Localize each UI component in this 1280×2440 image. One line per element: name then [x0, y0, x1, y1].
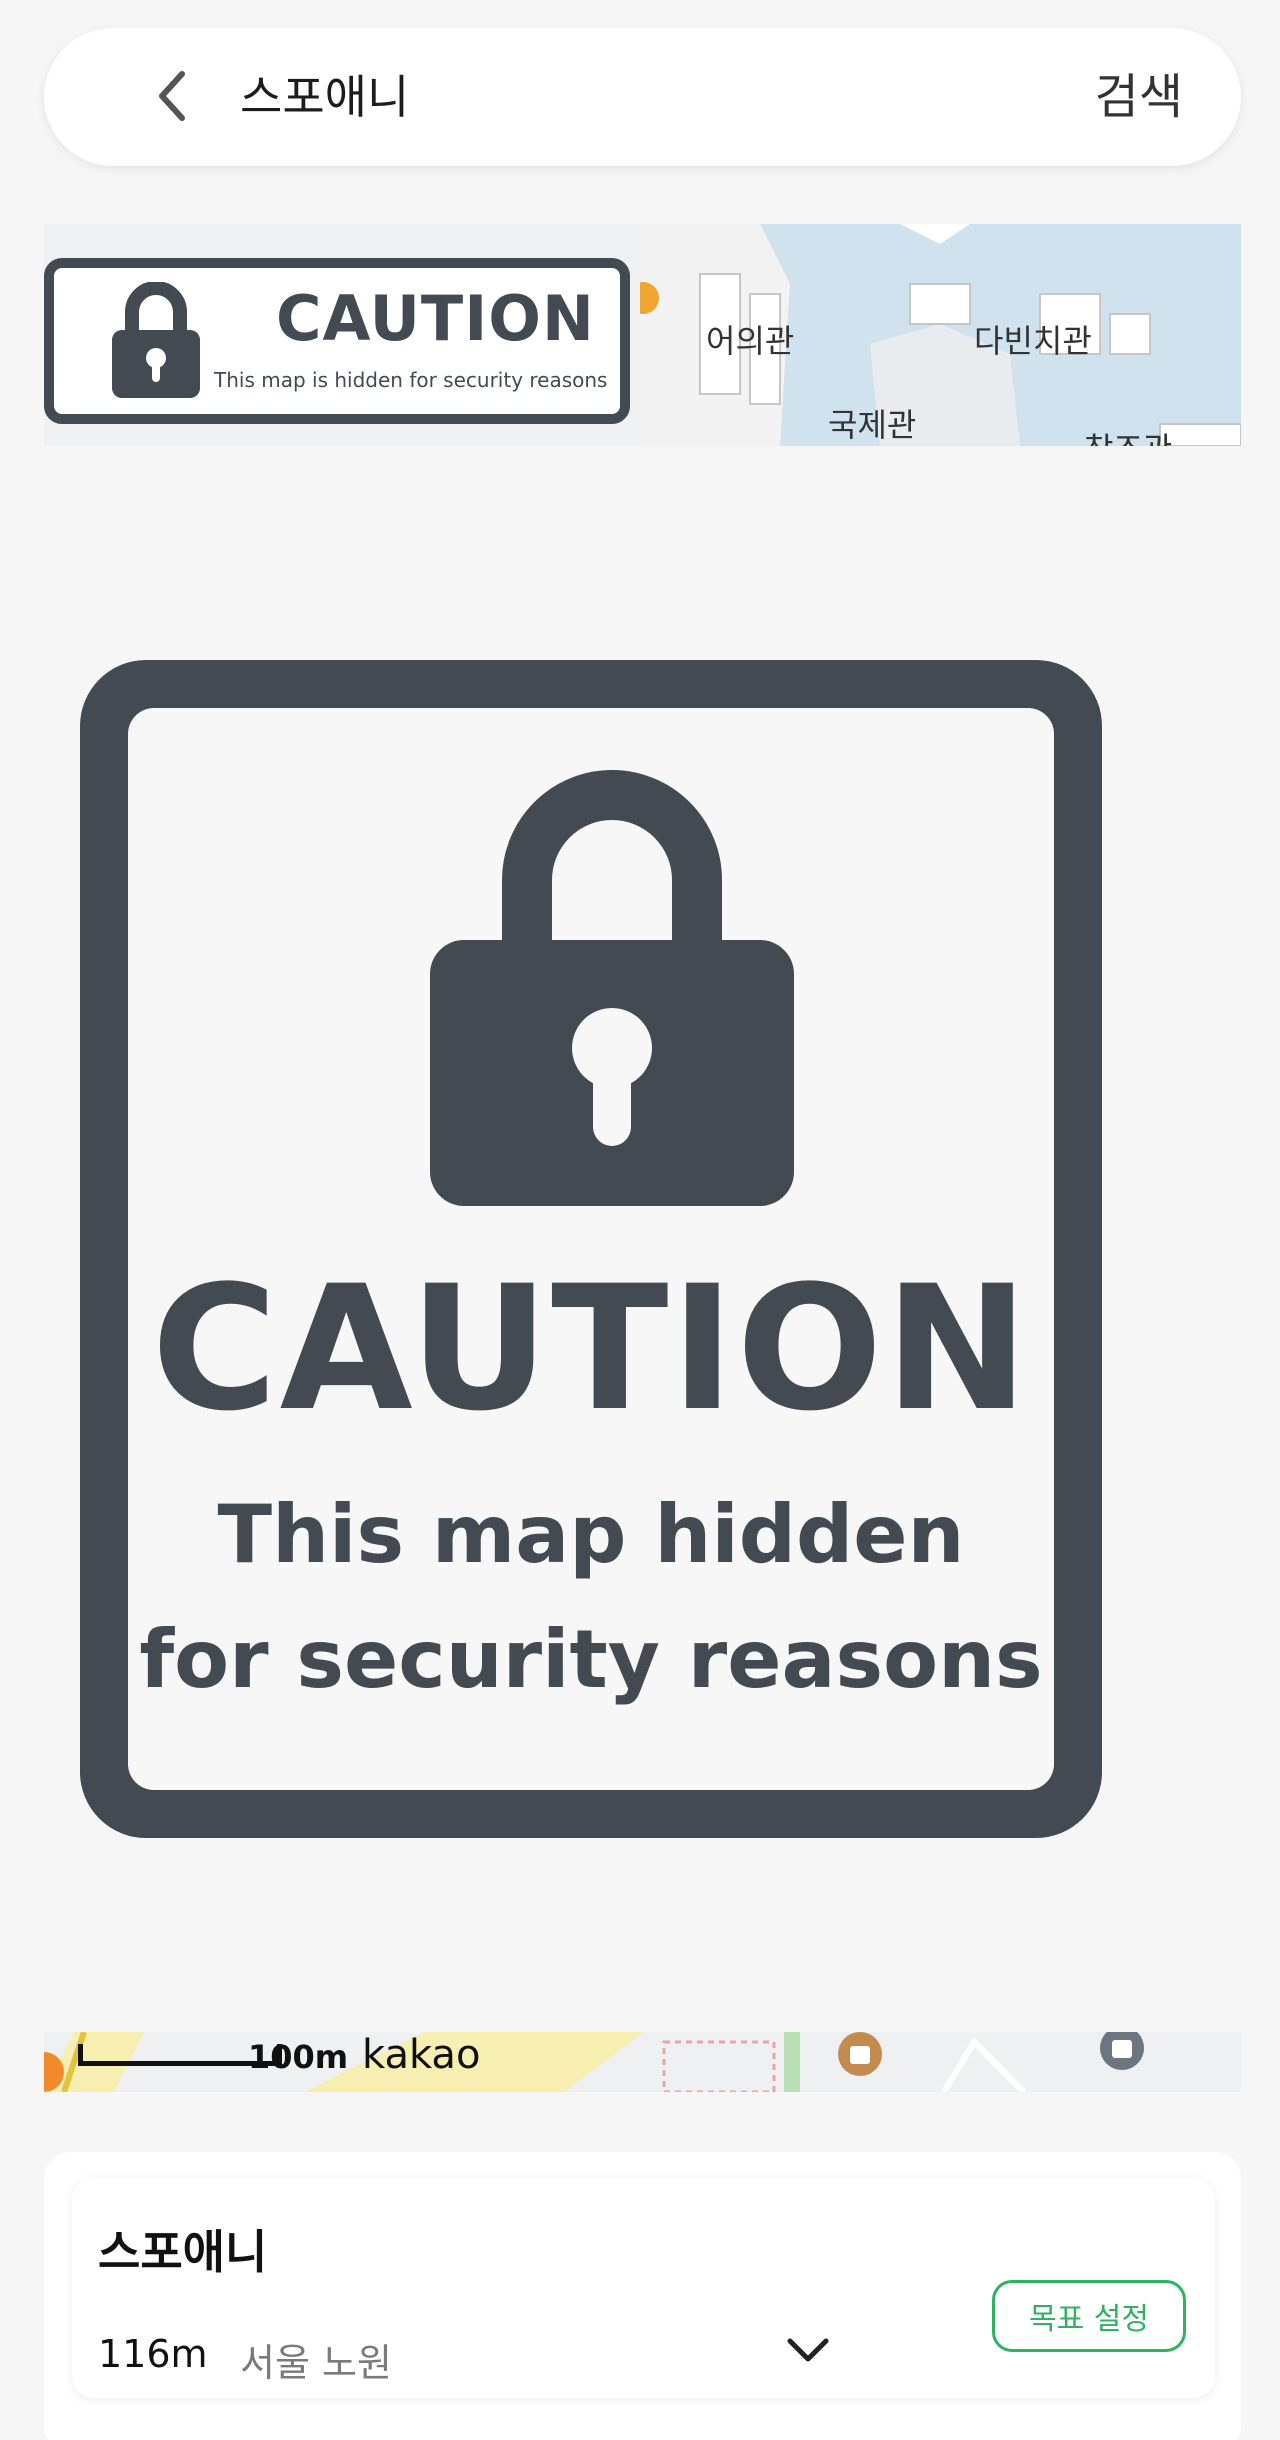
result-sheet: 스포애니 116m 서울 노원 목표 설정: [44, 2152, 1241, 2440]
small-caution-sign: CAUTION This map is hidden for security …: [44, 258, 630, 424]
map-label: 어의관: [706, 322, 795, 360]
caution-title: CAUTION: [276, 282, 595, 355]
kakao-logo: kakao: [362, 2032, 481, 2078]
set-goal-button[interactable]: 목표 설정: [992, 2280, 1186, 2352]
chevron-down-icon: [787, 2338, 829, 2362]
chevron-left-icon: [159, 71, 185, 121]
lock-icon: [430, 766, 794, 1206]
expand-button[interactable]: [778, 2320, 838, 2380]
map-view-bottom[interactable]: 100m kakao: [44, 2032, 1241, 2092]
list-item[interactable]: 스포애니 116m 서울 노원 목표 설정: [72, 2178, 1215, 2398]
caution-message-line2: for security reasons: [139, 1613, 1043, 1706]
search-input[interactable]: 스포애니: [240, 70, 409, 124]
place-name: 스포애니: [98, 2225, 268, 2279]
caution-panel: CAUTION This map hidden for security rea…: [128, 708, 1054, 1790]
search-bar: 스포애니 검색: [44, 28, 1241, 166]
big-caution-sign: CAUTION This map hidden for security rea…: [80, 660, 1102, 1838]
search-button[interactable]: 검색: [1095, 68, 1183, 126]
caution-message-line1: This map hidden: [217, 1488, 965, 1581]
place-distance: 116m: [98, 2332, 208, 2376]
map-label: 창조관: [1084, 424, 1172, 446]
map-scale-label: 100m: [248, 2038, 349, 2076]
caution-subtitle: This map is hidden for security reasons: [214, 368, 608, 392]
lock-icon: [108, 281, 204, 400]
place-address: 서울 노원: [240, 2341, 392, 2385]
caution-title: CAUTION: [151, 1248, 1031, 1449]
map-label: 다빈치관: [974, 322, 1092, 360]
back-button[interactable]: [142, 66, 202, 126]
map-view-top[interactable]: 어의관 다빈치관 국제관 창조관 CAUTION This map is hid…: [44, 224, 1241, 446]
map-label: 국제관: [828, 406, 917, 444]
